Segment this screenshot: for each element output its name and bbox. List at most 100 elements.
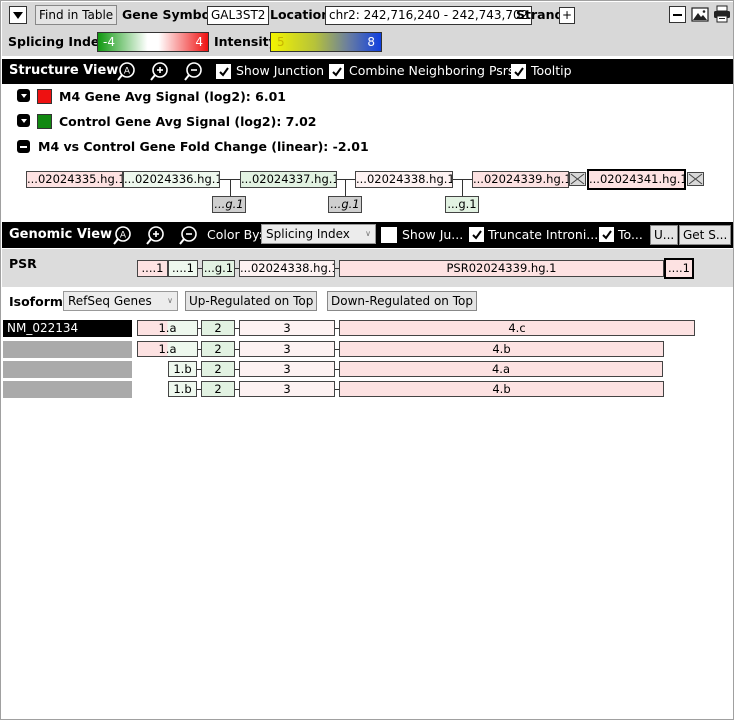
tooltip-label-genomic: To... (618, 227, 643, 242)
psr-item[interactable]: ....1 (168, 260, 198, 277)
isoform-exon[interactable]: 4.b (339, 381, 664, 397)
isoform-row-label[interactable] (3, 341, 132, 358)
psr-item-selected[interactable]: ....1 (664, 258, 694, 279)
up-regulated-on-top-button[interactable]: Up-Regulated on Top (185, 291, 318, 311)
strand-field[interactable]: + (559, 7, 575, 24)
u-button[interactable]: U... (650, 225, 679, 245)
app-frame: Find in Table Gene Symbol GAL3ST2 Locati… (0, 0, 734, 720)
structure-exon[interactable]: ...02024335.hg.1 (26, 171, 123, 188)
down-regulated-on-top-button[interactable]: Down-Regulated on Top (327, 291, 477, 311)
tooltip-checkbox-genomic[interactable] (599, 227, 614, 242)
checkmark-icon (331, 66, 342, 77)
isoform-exon[interactable]: 1.b (168, 381, 197, 397)
isoform-exon[interactable]: 1.a (137, 320, 198, 336)
structure-sub-exon[interactable]: ...g.1 (212, 196, 246, 213)
isoform-exon[interactable]: 3 (239, 320, 335, 336)
structure-view-bar: Structure View A Show Junction Combine N… (2, 59, 733, 84)
isoform-source-select[interactable]: RefSeq Genes ∨ (63, 291, 178, 311)
isoform-row-label[interactable]: NM_022134 (3, 320, 132, 337)
truncate-intronic-label: Truncate Introni... (488, 227, 599, 242)
structure-exon[interactable]: ...02024337.hg.1 (240, 171, 337, 188)
junction-line (345, 179, 346, 196)
psr-label: PSR (9, 256, 37, 271)
splicing-index-max: 4 (195, 35, 203, 49)
genomic-view-bar: Genomic View A Color By: Splicing Index … (2, 222, 733, 248)
zoom-in-icon[interactable] (145, 225, 165, 245)
zoom-auto-icon[interactable]: A (112, 225, 132, 245)
truncate-intronic-checkbox[interactable] (469, 227, 484, 242)
isoform-exon[interactable]: 1.a (137, 341, 198, 357)
show-junction-checkbox-genomic[interactable] (381, 227, 397, 243)
show-junction-checkbox[interactable] (216, 64, 231, 79)
isoform-exon[interactable]: 3 (239, 341, 335, 357)
isoform-exon[interactable]: 2 (201, 341, 235, 357)
structure-exon[interactable]: ...02024338.hg.1 (355, 171, 453, 188)
color-by-label: Color By: (207, 227, 263, 242)
psr-item[interactable]: ...g.1 (202, 260, 235, 277)
control-color-swatch (37, 114, 52, 129)
zoom-auto-icon[interactable]: A (116, 61, 136, 81)
dropdown-triangle-icon (13, 11, 23, 19)
isoform-exon[interactable]: 2 (201, 320, 235, 336)
checkmark-icon (513, 66, 524, 77)
chevron-down-icon: ∨ (365, 229, 371, 238)
isoform-source-value: RefSeq Genes (68, 294, 152, 308)
intensity-legend: 5 8 (270, 32, 382, 52)
find-in-table-button[interactable]: Find in Table (35, 5, 118, 25)
isoform-exon[interactable]: 3 (239, 361, 335, 377)
zoom-out-icon[interactable] (178, 225, 198, 245)
get-sequence-button[interactable]: Get S... (679, 225, 732, 245)
psr-item[interactable]: ....1 (137, 260, 168, 277)
isoform-exon[interactable]: 4.b (339, 341, 664, 357)
image-export-icon (691, 7, 709, 22)
tooltip-checkbox[interactable] (511, 64, 526, 79)
structure-exon[interactable]: ...02024336.hg.1 (123, 171, 220, 188)
structure-exon[interactable]: ...02024339.hg.1 (472, 171, 569, 188)
combine-psrs-checkbox[interactable] (329, 64, 344, 79)
structure-sub-exon[interactable]: ...g.1 (328, 196, 362, 213)
fold-change: M4 vs Control Gene Fold Change (linear):… (38, 139, 369, 154)
menu-dropdown-button[interactable] (9, 6, 27, 24)
color-by-value: Splicing Index (266, 227, 350, 241)
isoform-exon[interactable]: 4.a (339, 361, 663, 377)
intensity-label: Intensity (214, 34, 277, 49)
psr-item[interactable]: PSR02024339.hg.1 (339, 260, 664, 277)
structure-view-title: Structure View (9, 63, 119, 78)
location-field[interactable]: chr2: 242,716,240 - 242,743,702 (325, 6, 533, 25)
junction-line (462, 179, 463, 196)
collapse-toggle-fold-change[interactable] (17, 140, 30, 153)
svg-text:A: A (124, 67, 131, 77)
excluded-exon[interactable] (569, 172, 586, 186)
isoform-exon[interactable]: 4.c (339, 320, 695, 336)
isoform-exon[interactable]: 1.b (168, 361, 197, 377)
structure-sub-exon[interactable]: ...g.1 (445, 196, 479, 213)
svg-text:A: A (120, 231, 127, 241)
color-by-select[interactable]: Splicing Index ∨ (261, 224, 376, 244)
excluded-exon[interactable] (687, 172, 704, 186)
psr-item[interactable]: ...02024338.hg.1 (239, 260, 335, 277)
isoform-exon[interactable]: 2 (201, 361, 235, 377)
chevron-down-icon: ∨ (167, 296, 173, 305)
gene-symbol-field[interactable]: GAL3ST2 (207, 6, 270, 25)
junction-line (337, 179, 355, 180)
expand-toggle-m4[interactable] (17, 89, 30, 102)
expand-toggle-control[interactable] (17, 114, 30, 127)
zoom-out-icon[interactable] (183, 61, 203, 81)
isoform-row-label[interactable] (3, 381, 132, 398)
structure-exon-selected[interactable]: ...02024341.hg.1 (587, 169, 686, 190)
zoom-in-icon[interactable] (149, 61, 169, 81)
checkmark-icon (218, 66, 229, 77)
m4-color-swatch (37, 89, 52, 104)
image-export-button[interactable] (691, 6, 709, 23)
strand-label: Strand (516, 7, 564, 22)
isoform-label: Isoform (9, 294, 63, 309)
isoform-exon[interactable]: 2 (201, 381, 235, 397)
m4-avg-signal: M4 Gene Avg Signal (log2): 6.01 (59, 89, 286, 104)
isoform-row-label[interactable] (3, 361, 132, 378)
cross-icon (688, 173, 703, 185)
show-junction-label-genomic: Show Ju... (402, 227, 464, 242)
minimize-button[interactable] (669, 6, 686, 23)
print-button[interactable] (713, 5, 731, 23)
triangle-down-icon (20, 118, 27, 123)
isoform-exon[interactable]: 3 (239, 381, 335, 397)
